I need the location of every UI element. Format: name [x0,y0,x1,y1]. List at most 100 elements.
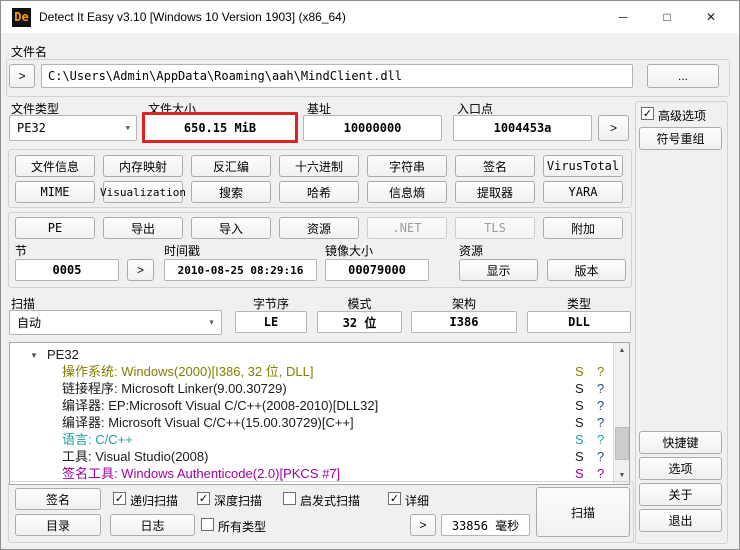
info-link[interactable]: ? [597,363,604,380]
heuristic-scan-label: 启发式扫描 [300,494,361,508]
tree-root-row[interactable]: ▼ PE32 [10,346,610,363]
tree-row[interactable]: 操作系统: Windows(2000)[I386, 32 位, DLL] S? [10,363,610,380]
close-button[interactable]: ✕ [689,1,733,33]
browse-button[interactable]: ... [647,64,719,88]
pe-button[interactable]: PE [15,217,95,239]
signature-link[interactable]: S [575,431,584,448]
tree-row[interactable]: 链接程序: Microsoft Linker(9.00.30729) S? [10,380,610,397]
demangle-button[interactable]: 符号重组 [639,127,722,150]
signature-link[interactable]: S [575,380,584,397]
exit-button[interactable]: 退出 [639,509,722,532]
hash-button[interactable]: 哈希 [279,181,359,203]
version-button[interactable]: 版本 [547,259,626,281]
tree-row[interactable]: 编译器: EP:Microsoft Visual C/C++(2008-2010… [10,397,610,414]
info-link[interactable]: ? [597,380,604,397]
entry-point-value[interactable]: 1004453a [453,115,592,141]
base-address-value[interactable]: 10000000 [303,115,442,141]
sections-label: 节 [15,244,28,258]
signature-link[interactable]: S [575,363,584,380]
signatures-db-button[interactable]: 签名 [15,488,101,510]
directory-button[interactable]: 目录 [15,514,101,536]
scrollbar-thumb[interactable] [615,427,629,460]
advanced-options-checkbox[interactable]: ✓ [641,107,654,120]
entry-point-chevron-button[interactable]: > [598,115,629,141]
mode-label: 模式 [347,297,372,311]
all-types-checkbox[interactable] [201,518,214,531]
tree-row[interactable]: 编译器: Microsoft Visual C/C++(15.00.30729)… [10,414,610,431]
about-button[interactable]: 关于 [639,483,722,506]
file-type-select[interactable]: PE32 ▼ [9,115,137,141]
manifest-show-button[interactable]: 显示 [459,259,538,281]
signature-link[interactable]: S [575,414,584,431]
deep-scan-checkbox[interactable]: ✓ [197,492,210,505]
arch-value: I386 [411,311,517,333]
export-button[interactable]: 导出 [103,217,183,239]
image-size-value[interactable]: 00079000 [325,259,429,281]
deep-scan-label: 深度扫描 [214,494,263,508]
info-link[interactable]: ? [597,414,604,431]
overlay-button[interactable]: 附加 [543,217,623,239]
info-link[interactable]: ? [597,397,604,414]
tree-row[interactable]: 语言: C/C++ S? [10,431,610,448]
open-file-chevron-button[interactable]: > [9,64,35,88]
disasm-button[interactable]: 反汇编 [191,155,271,177]
heuristic-scan-checkbox[interactable] [283,492,296,505]
title-bar: De Detect It Easy v3.10 [Windows 10 Vers… [1,1,739,33]
chevron-down-icon: ▼ [125,124,130,132]
timestamp-label: 时间戳 [164,244,201,258]
recursive-scan-checkbox[interactable]: ✓ [113,492,126,505]
log-button[interactable]: 日志 [110,514,195,536]
extractor-button[interactable]: 提取器 [455,181,535,203]
signature-link[interactable]: S [575,465,584,482]
scroll-up-icon[interactable]: ▲ [614,343,629,359]
signature-link[interactable]: S [575,397,584,414]
sections-count-value[interactable]: 0005 [15,259,119,281]
import-button[interactable]: 导入 [191,217,271,239]
virustotal-button[interactable]: VirusTotal [543,155,623,177]
visualization-button[interactable]: Visualization [100,181,186,203]
signatures-button[interactable]: 签名 [455,155,535,177]
options-button[interactable]: 选项 [639,457,722,480]
all-types-label: 所有类型 [218,520,267,534]
expander-icon[interactable]: ▼ [30,347,38,364]
die-window: De Detect It Easy v3.10 [Windows 10 Vers… [0,0,740,550]
info-link[interactable]: ? [597,465,604,482]
strings-button[interactable]: 字符串 [367,155,447,177]
detection-text: 工具: Visual Studio(2008) [62,449,209,464]
signature-link[interactable]: S [575,448,584,465]
yara-button[interactable]: YARA [543,181,623,203]
entropy-button[interactable]: 信息熵 [367,181,447,203]
info-link[interactable]: ? [597,431,604,448]
scan-engine-select[interactable]: 自动 ▼ [9,310,222,335]
tree-row[interactable]: 工具: Visual Studio(2008) S? [10,448,610,465]
memory-map-button[interactable]: 内存映射 [103,155,183,177]
resources-button[interactable]: 资源 [279,217,359,239]
timestamp-value[interactable]: 2010-08-25 08:29:16 [164,259,317,281]
file-path-input[interactable]: C:\Users\Admin\AppData\Roaming\aah\MindC… [41,64,633,88]
search-button[interactable]: 搜索 [191,181,271,203]
scan-results-tree[interactable]: ▼ PE32 操作系统: Windows(2000)[I386, 32 位, D… [9,342,630,485]
elapsed-chevron-button[interactable]: > [410,514,436,536]
info-link[interactable]: ? [597,448,604,465]
shortcuts-button[interactable]: 快捷键 [639,431,722,454]
tree-row[interactable]: 签名工具: Windows Authenticode(2.0)[PKCS #7]… [10,465,610,482]
type-value: DLL [527,311,631,333]
file-name-label: 文件名 [11,45,48,59]
image-size-label: 镜像大小 [325,244,374,258]
resources-label: 资源 [459,244,484,258]
hex-button[interactable]: 十六进制 [279,155,359,177]
file-size-highlight: 650.15 MiB [142,112,298,143]
maximize-button[interactable]: □ [645,1,689,33]
endianness-value: LE [235,311,307,333]
scan-button[interactable]: 扫描 [536,487,630,537]
file-info-button[interactable]: 文件信息 [15,155,95,177]
detection-text: 链接程序: Microsoft Linker(9.00.30729) [62,381,287,396]
verbose-checkbox[interactable]: ✓ [388,492,401,505]
tree-scrollbar[interactable]: ▲ ▼ [613,343,629,484]
mime-button[interactable]: MIME [15,181,95,203]
endianness-label: 字节序 [252,297,289,311]
detection-text: 操作系统: Windows(2000)[I386, 32 位, DLL] [62,364,314,379]
sections-chevron-button[interactable]: > [127,259,154,281]
minimize-button[interactable]: ─ [601,1,645,33]
recursive-scan-label: 递归扫描 [130,494,179,508]
